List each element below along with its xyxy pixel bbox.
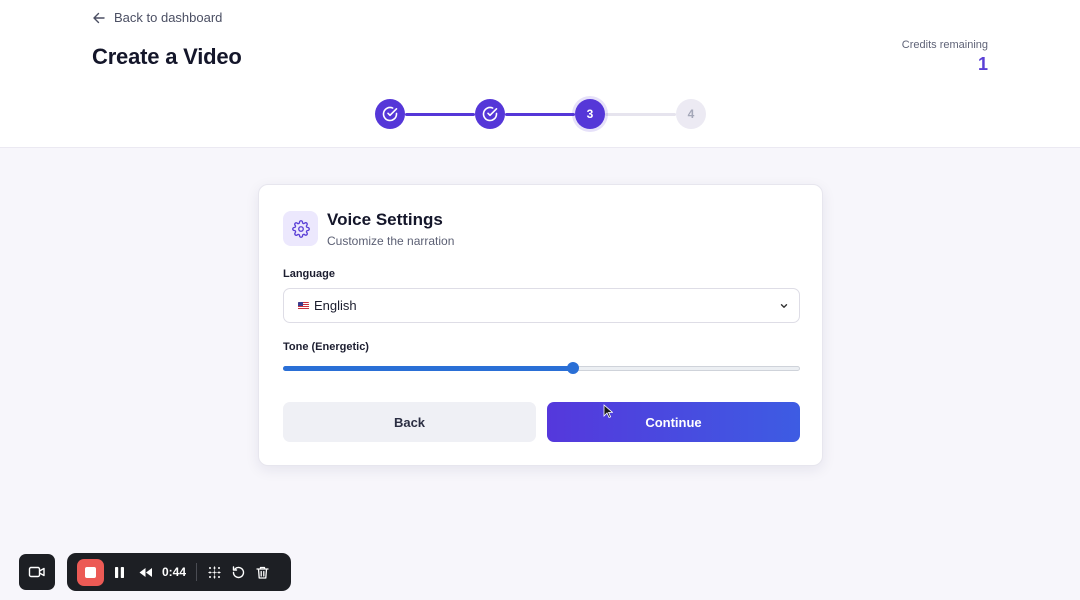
us-flag-icon [298,301,309,310]
gear-icon [291,219,310,238]
language-select-value: English [314,298,357,313]
stepper-connector-2 [505,113,575,116]
stepper-connector-3 [605,113,676,116]
card-title: Voice Settings [327,210,443,229]
tone-slider[interactable] [283,362,800,374]
rewind-icon [139,567,152,577]
language-select[interactable]: English [283,288,800,323]
chevron-down-icon [780,303,788,308]
stepper-connector-1 [405,113,475,116]
step-2 [475,99,505,129]
stop-recording-button[interactable] [77,558,104,586]
pause-icon [114,566,124,578]
grid-button[interactable] [203,561,225,583]
voice-settings-card: Voice Settings Customize the narration L… [258,184,823,466]
check-circle-icon [482,106,498,122]
restart-icon [232,565,244,578]
recording-timer: 0:44 [162,565,187,579]
arrow-left-icon [93,12,105,23]
stop-icon [85,566,96,578]
rewind-button[interactable] [134,561,156,583]
grid-icon [207,565,221,579]
pause-button[interactable] [108,561,130,583]
check-circle-icon [382,106,398,122]
camera-icon [28,566,45,578]
toolbar-divider [196,563,198,581]
mouse-cursor-icon [603,404,613,418]
recording-toolbar: 0:44 [67,553,291,591]
progress-stepper: 3 4 [375,99,706,129]
card-subtitle: Customize the narration [327,234,455,248]
tone-label: Tone (Energetic) [283,341,369,353]
page-header: Back to dashboard Create a Video Credits… [0,0,1080,148]
back-to-dashboard-link[interactable]: Back to dashboard [92,10,222,25]
language-label: Language [283,268,335,280]
credits-label: Credits remaining [901,39,988,51]
step-1 [375,99,405,129]
restart-button[interactable] [227,561,249,583]
delete-recording-button[interactable] [251,561,273,583]
step-3: 3 [575,99,605,129]
credits-panel: Credits remaining 1 [902,39,988,75]
step-4: 4 [676,99,706,129]
tone-slider-thumb[interactable] [566,362,579,374]
camera-toggle-button[interactable] [19,554,55,590]
back-button[interactable]: Back [283,402,536,442]
trash-icon [255,566,269,579]
page-title: Create a Video [92,44,242,69]
card-icon-wrapper [283,211,318,246]
credits-value: 1 [977,54,988,74]
continue-button[interactable]: Continue [547,402,800,442]
back-to-dashboard-label: Back to dashboard [114,10,223,25]
tone-slider-fill [283,366,573,371]
